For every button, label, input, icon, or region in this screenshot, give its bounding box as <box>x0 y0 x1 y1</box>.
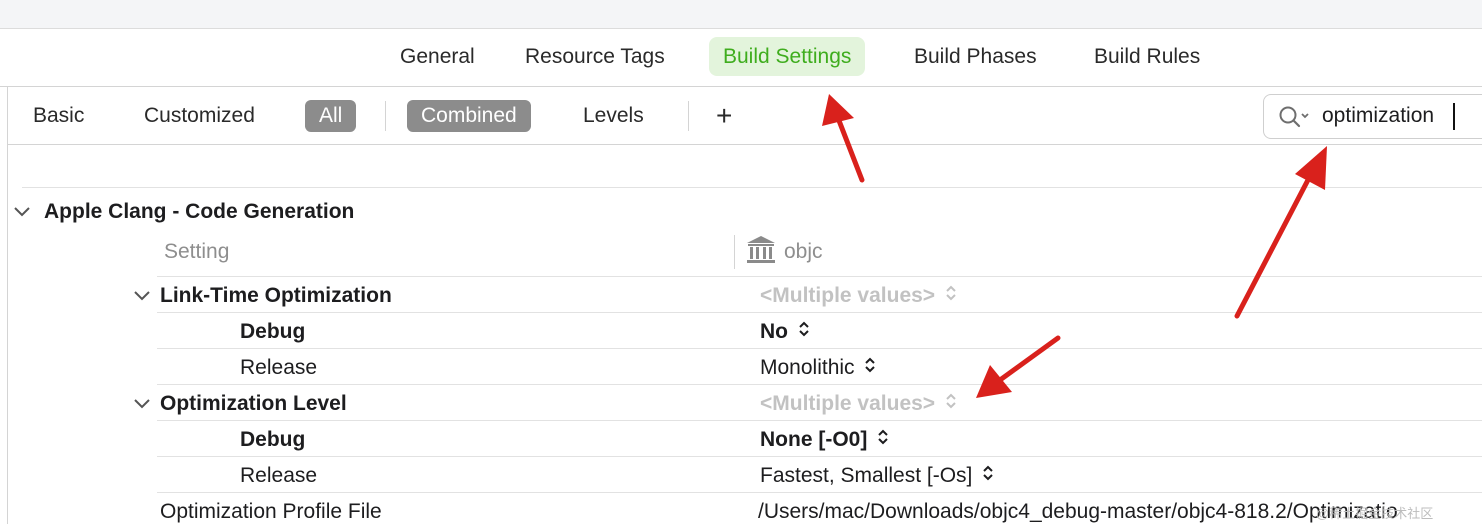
annotation-arrow <box>822 94 865 183</box>
annotation-arrow <box>1234 146 1327 319</box>
annotation-arrow <box>976 335 1061 398</box>
annotation-arrows <box>822 94 1327 398</box>
